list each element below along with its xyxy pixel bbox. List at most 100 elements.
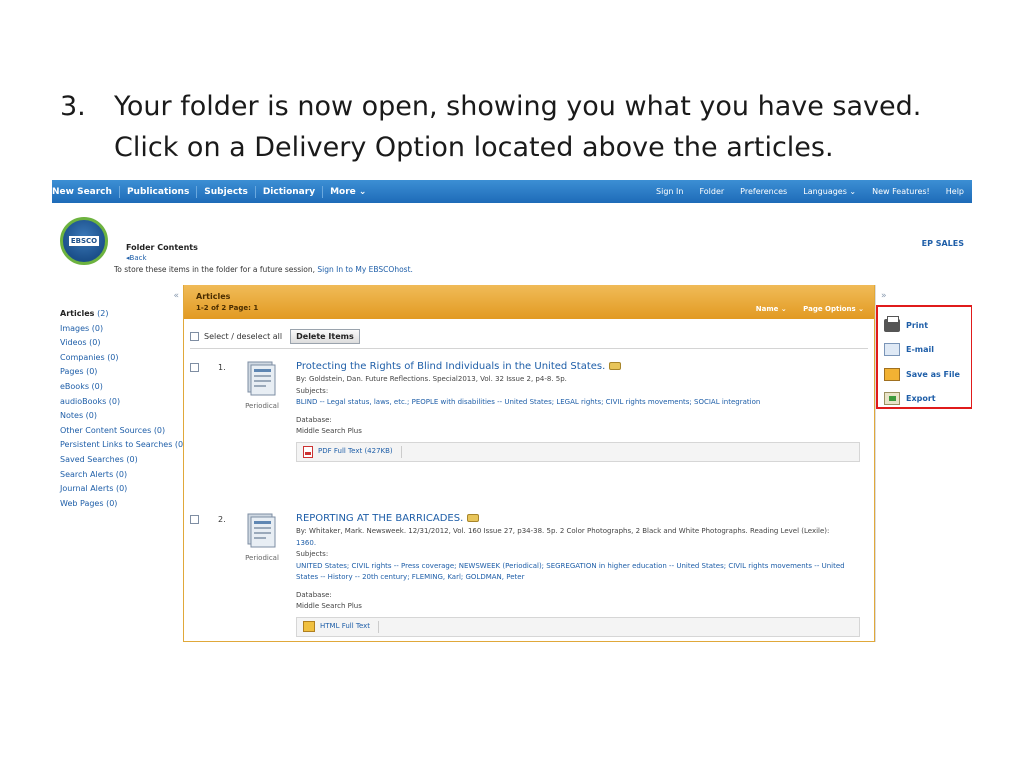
nav-sign-in[interactable]: Sign In	[648, 187, 691, 196]
result-number: 1.	[218, 363, 226, 372]
database-label: Database:	[296, 590, 332, 599]
nav-subjects[interactable]: Subjects	[197, 185, 256, 198]
result-number: 2.	[218, 515, 226, 524]
results-header: Articles 1-2 of 2 Page: 1 Name ⌄ Page Op…	[184, 285, 874, 319]
nav-dictionary[interactable]: Dictionary	[256, 185, 324, 198]
page-options-dropdown[interactable]: Page Options ⌄	[803, 305, 864, 313]
save-as-file-label: Save as File	[906, 369, 960, 379]
category-search-alerts[interactable]: Search Alerts (0)	[60, 468, 186, 483]
printer-icon	[884, 315, 900, 332]
category-journal-alerts[interactable]: Journal Alerts (0)	[60, 482, 186, 497]
print-option[interactable]: Print	[884, 313, 971, 338]
store-text: To store these items in the folder for a…	[114, 265, 315, 274]
result-subjects[interactable]: BLIND -- Legal status, laws, etc.; PEOPL…	[296, 397, 862, 409]
results-options: Name ⌄ Page Options ⌄	[742, 305, 864, 313]
top-navigation-right: Sign In Folder Preferences Languages ⌄ N…	[648, 187, 972, 196]
result-checkbox[interactable]	[190, 515, 199, 524]
sign-in-link[interactable]: Sign In to My EBSCOhost.	[317, 265, 413, 274]
ebsco-screenshot: New Search Publications Subjects Diction…	[52, 180, 972, 642]
collapse-right-icon[interactable]: »	[881, 291, 887, 301]
result-byline: By: Whitaker, Mark. Newsweek. 12/31/2012…	[296, 527, 830, 535]
result-body: Protecting the Rights of Blind Individua…	[296, 360, 862, 462]
instruction-line-1: Your folder is now open, showing you wha…	[114, 91, 922, 122]
pdf-full-text-link[interactable]: PDF Full Text (427KB)	[318, 446, 393, 458]
back-link[interactable]: ◂Back	[126, 254, 147, 262]
folder-category-list: Articles (2) Images (0) Videos (0) Compa…	[60, 307, 186, 511]
nav-help[interactable]: Help	[938, 187, 972, 196]
select-bar: Select / deselect all Delete Items	[190, 329, 360, 344]
database-label: Database:	[296, 415, 332, 424]
subjects-label: Subjects:	[296, 550, 329, 558]
category-notes[interactable]: Notes (0)	[60, 409, 186, 424]
export-icon	[884, 392, 900, 406]
page-title: Folder Contents	[126, 243, 198, 252]
export-option[interactable]: Export	[884, 387, 971, 412]
results-panel: Articles 1-2 of 2 Page: 1 Name ⌄ Page Op…	[183, 285, 875, 642]
database-name: Middle Search Plus	[296, 602, 362, 610]
publication-type: Periodical	[245, 554, 279, 562]
divider	[190, 348, 868, 349]
ebsco-logo[interactable]: EBSCO	[60, 217, 108, 265]
print-label: Print	[906, 320, 929, 330]
nav-new-features[interactable]: New Features!	[864, 187, 938, 196]
html-full-text-link[interactable]: HTML Full Text	[320, 621, 370, 633]
results-range: 1-2 of 2 Page: 1	[196, 304, 259, 312]
step-number: 3.	[60, 91, 86, 122]
category-articles[interactable]: Articles (2)	[60, 307, 186, 322]
export-label: Export	[906, 394, 936, 404]
account-name[interactable]: EP SALES	[922, 239, 964, 248]
collapse-left-icon[interactable]: «	[173, 291, 179, 301]
category-other-content-sources[interactable]: Other Content Sources (0)	[60, 424, 186, 439]
delivery-options: Print E-mail Save as File Export	[876, 305, 972, 409]
nav-publications[interactable]: Publications	[120, 185, 198, 198]
save-file-icon	[884, 367, 900, 381]
fulltext-bar: PDF Full Text (427KB)	[296, 441, 860, 462]
right-sidebar: » Print E-mail Save as File Export	[875, 285, 972, 642]
category-ebooks[interactable]: eBooks (0)	[60, 380, 186, 395]
fulltext-bar: HTML Full Text	[296, 616, 860, 637]
select-all-checkbox[interactable]	[190, 332, 199, 341]
result-body: REPORTING AT THE BARRICADES. By: Whitake…	[296, 512, 862, 637]
category-pages[interactable]: Pages (0)	[60, 365, 186, 380]
save-as-file-option[interactable]: Save as File	[884, 362, 971, 387]
periodical-icon[interactable]	[246, 512, 276, 548]
result-subjects[interactable]: UNITED States; CIVIL rights -- Press cov…	[296, 561, 862, 584]
result-title[interactable]: REPORTING AT THE BARRICADES.	[296, 512, 862, 526]
select-all-label[interactable]: Select / deselect all	[204, 332, 282, 341]
periodical-icon[interactable]	[246, 360, 276, 396]
preview-icon[interactable]	[609, 362, 622, 370]
nav-folder[interactable]: Folder	[691, 187, 732, 196]
results-heading: Articles	[196, 292, 231, 301]
publication-type: Periodical	[245, 402, 279, 410]
email-option[interactable]: E-mail	[884, 338, 971, 363]
pdf-icon[interactable]	[303, 445, 313, 458]
category-companies[interactable]: Companies (0)	[60, 351, 186, 366]
category-saved-searches[interactable]: Saved Searches (0)	[60, 453, 186, 468]
top-navigation: New Search Publications Subjects Diction…	[52, 180, 972, 203]
subjects-label: Subjects:	[296, 386, 329, 395]
result-checkbox[interactable]	[190, 363, 199, 372]
category-audiobooks[interactable]: audioBooks (0)	[60, 395, 186, 410]
nav-languages[interactable]: Languages ⌄	[795, 187, 864, 196]
category-web-pages[interactable]: Web Pages (0)	[60, 497, 186, 512]
category-videos[interactable]: Videos (0)	[60, 336, 186, 351]
email-label: E-mail	[906, 345, 935, 355]
result-byline: By: Goldstein, Dan. Future Reflections. …	[296, 375, 567, 383]
lexile-link[interactable]: 1360.	[296, 538, 862, 550]
instruction-line-2: Click on a Delivery Option located above…	[114, 132, 834, 163]
left-sidebar: « Articles (2) Images (0) Videos (0) Com…	[52, 285, 186, 642]
nav-more[interactable]: More ⌄	[323, 186, 373, 198]
category-persistent-links[interactable]: Persistent Links to Searches (0)	[60, 438, 186, 453]
result-title[interactable]: Protecting the Rights of Blind Individua…	[296, 360, 862, 374]
preview-icon[interactable]	[467, 514, 480, 522]
nav-new-search[interactable]: New Search	[52, 185, 120, 198]
html-icon[interactable]	[303, 621, 315, 632]
store-message: To store these items in the folder for a…	[114, 265, 413, 274]
database-name: Middle Search Plus	[296, 427, 362, 435]
delete-items-button[interactable]: Delete Items	[290, 329, 360, 344]
name-sort-dropdown[interactable]: Name ⌄	[756, 305, 787, 313]
page-header: EBSCO Folder Contents ◂Back To store the…	[52, 203, 972, 285]
category-images[interactable]: Images (0)	[60, 322, 186, 337]
logo-text: EBSCO	[68, 236, 100, 246]
nav-preferences[interactable]: Preferences	[732, 187, 795, 196]
